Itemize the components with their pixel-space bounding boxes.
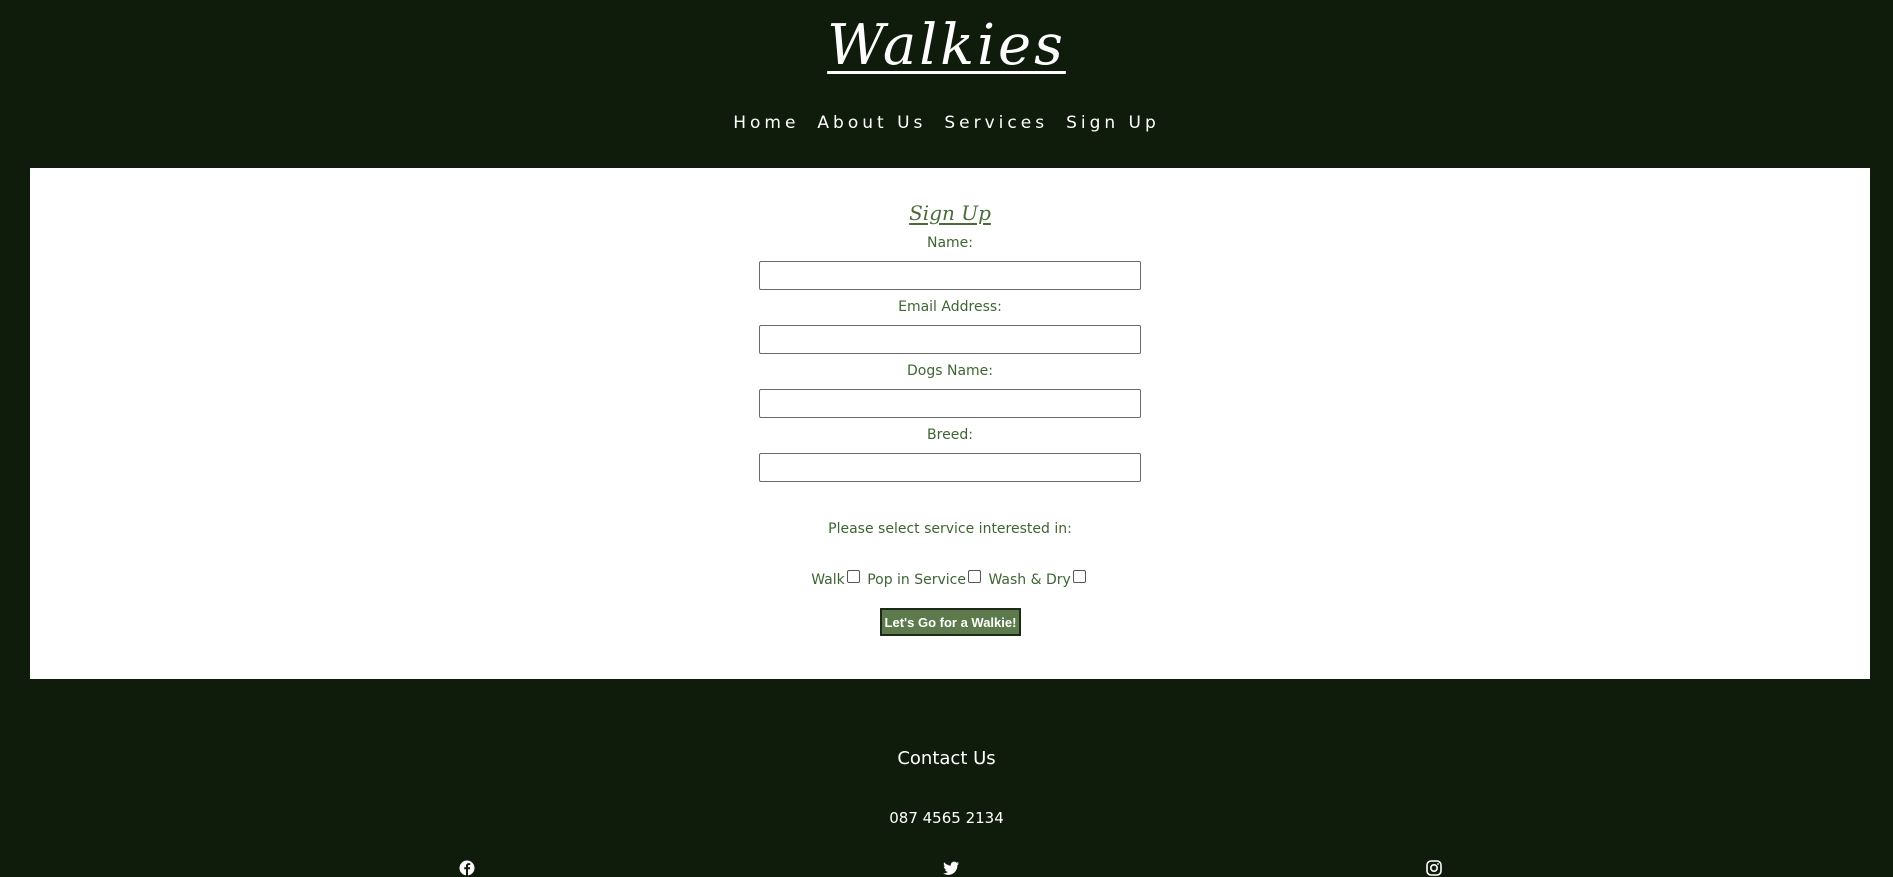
pop-in-service-checkbox[interactable] xyxy=(968,570,981,583)
contact-title: Contact Us xyxy=(897,748,996,769)
submit-button[interactable]: Let's Go for a Walkie! xyxy=(880,608,1021,636)
dogs-name-label: Dogs Name: xyxy=(907,363,993,379)
pop-in-service-label: Pop in Service xyxy=(867,572,966,588)
nav-about-us[interactable]: About Us xyxy=(817,112,926,134)
phone-number: 087 4565 2134 xyxy=(889,809,1004,827)
instagram-icon[interactable] xyxy=(1425,860,1443,876)
facebook-icon[interactable] xyxy=(458,860,476,876)
site-header: Walkies Home About Us Services Sign Up xyxy=(0,0,1893,168)
nav-sign-up[interactable]: Sign Up xyxy=(1066,112,1160,134)
signup-form-card: Sign Up Name: Email Address: Dogs Name: … xyxy=(30,168,1870,679)
main-nav: Home About Us Services Sign Up xyxy=(0,112,1893,134)
form-title: Sign Up xyxy=(909,201,991,225)
dogs-name-input[interactable] xyxy=(759,389,1141,418)
wash-dry-checkbox[interactable] xyxy=(1072,570,1086,583)
twitter-icon[interactable] xyxy=(942,860,960,876)
walk-checkbox[interactable] xyxy=(846,570,860,583)
email-input[interactable] xyxy=(759,325,1141,354)
name-input[interactable] xyxy=(759,261,1141,290)
site-footer: Contact Us 087 4565 2134 xyxy=(0,679,1893,877)
services-prompt: Please select service interested in: xyxy=(828,521,1072,537)
site-title[interactable]: Walkies xyxy=(0,8,1893,84)
services-checkbox-group: Walk Pop in Service Wash & Dry xyxy=(30,570,1870,589)
breed-label: Breed: xyxy=(927,427,973,443)
nav-home[interactable]: Home xyxy=(733,112,799,134)
email-label: Email Address: xyxy=(898,299,1002,315)
nav-services[interactable]: Services xyxy=(944,112,1048,134)
breed-input[interactable] xyxy=(759,453,1141,482)
wash-dry-label: Wash & Dry xyxy=(988,572,1071,588)
name-label: Name: xyxy=(926,235,974,251)
walk-label: Walk xyxy=(811,572,845,588)
